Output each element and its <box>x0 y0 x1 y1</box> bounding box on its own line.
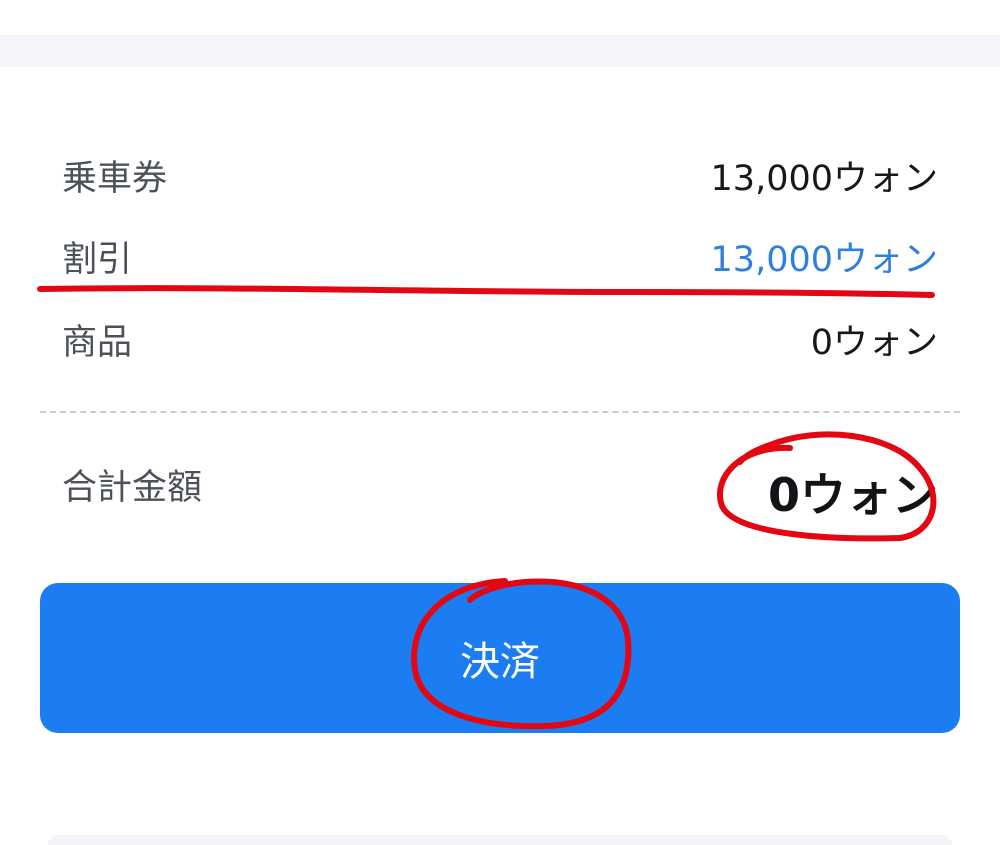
fare-row-discount: 割引 13,000ウォン <box>62 230 938 290</box>
discount-value: 13,000ウォン <box>710 240 938 280</box>
total-amount-value: 0ウォン <box>767 468 938 522</box>
fare-row-label: 商品 <box>62 323 133 363</box>
total-amount-label: 合計金額 <box>62 468 203 508</box>
fare-row-value: 13,000ウォン <box>710 159 938 199</box>
pay-button[interactable]: 決済 <box>40 583 960 733</box>
top-separator-band <box>0 35 1000 67</box>
fare-row-ticket: 乗車券 13,000ウォン <box>62 149 938 209</box>
fare-row-goods: 商品 0ウォン <box>62 313 938 373</box>
dashed-divider <box>40 411 960 413</box>
fare-row-value: 0ウォン <box>810 323 938 363</box>
bottom-card-edge <box>48 835 952 845</box>
fare-row-label: 乗車券 <box>62 159 168 199</box>
fare-row-label: 割引 <box>62 240 133 280</box>
